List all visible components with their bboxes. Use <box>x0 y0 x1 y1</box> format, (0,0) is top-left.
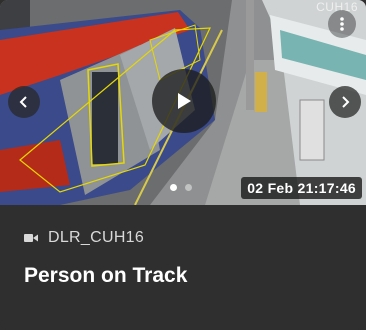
timestamp-badge: 02 Feb 21:17:46 <box>241 177 362 199</box>
event-title: Person on Track <box>24 264 188 287</box>
carousel-dot-2[interactable] <box>185 184 192 191</box>
chevron-right-icon <box>342 96 350 108</box>
chevron-left-icon <box>19 96 27 108</box>
previous-button[interactable] <box>8 86 40 118</box>
videocam-icon <box>24 234 38 242</box>
play-button[interactable] <box>152 69 216 133</box>
more-options-button[interactable] <box>328 10 356 38</box>
camera-name: DLR_CUH16 <box>48 229 145 246</box>
event-card[interactable]: CUH16 02 Feb 21:17:46 DLR_CUH16 Person o… <box>0 0 366 330</box>
carousel-indicator <box>170 184 192 191</box>
event-info: DLR_CUH16 Person on Track <box>0 205 366 330</box>
video-thumbnail[interactable]: CUH16 02 Feb 21:17:46 <box>0 0 366 205</box>
camera-row: DLR_CUH16 <box>24 229 144 247</box>
play-icon <box>178 93 191 109</box>
carousel-dot-1[interactable] <box>170 184 177 191</box>
next-button[interactable] <box>329 86 361 118</box>
more-vert-icon <box>340 17 344 31</box>
